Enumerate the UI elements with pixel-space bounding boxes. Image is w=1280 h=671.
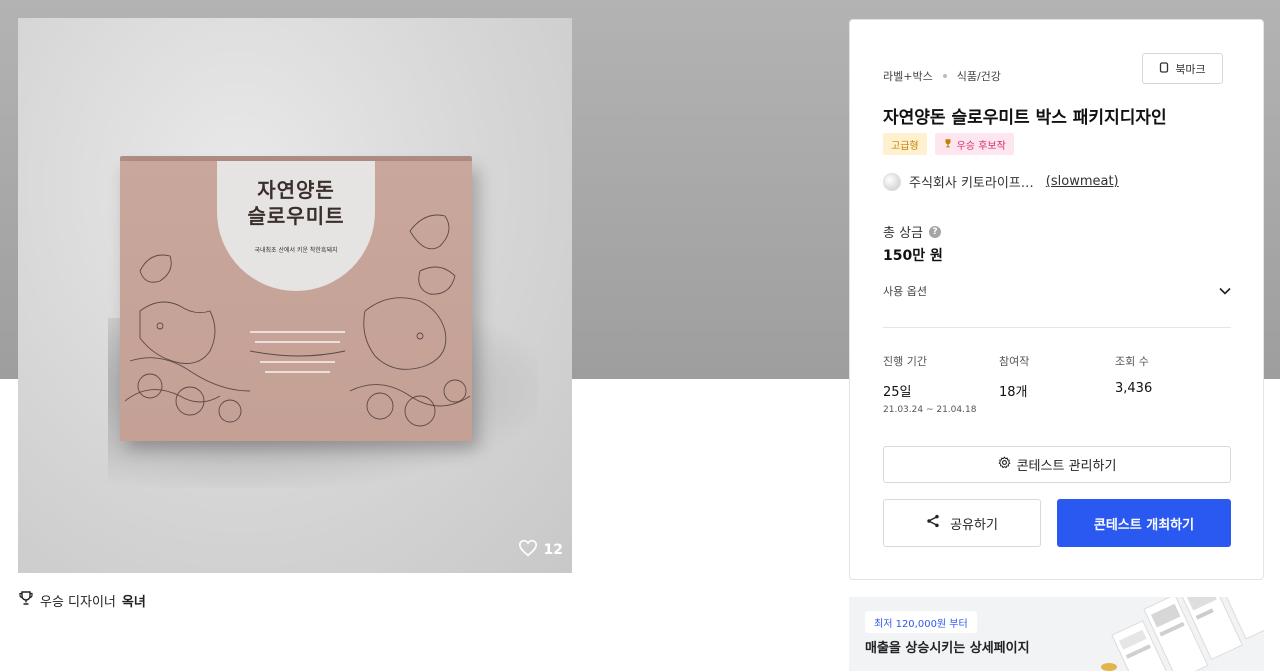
product-image[interactable]: 자연양돈 슬로우미트 국내최초 산에서 키운 착한흑돼지 12 [18, 18, 572, 573]
winning-designer: 우승 디자이너 옥녀 [18, 590, 146, 610]
ad-headline: 매출을 상승시키는 상세페이지 [865, 641, 1030, 656]
total-prize-value: 150만 원 [883, 248, 943, 264]
ad-banner[interactable]: 최저 120,000원 부터 매출을 상승시키는 상세페이지 [849, 597, 1264, 671]
manage-contest-label: 콘테스트 관리하기 [1016, 459, 1117, 474]
ad-mockup-illustration [1101, 597, 1264, 671]
duration-range: 21.03.24 ~ 21.04.18 [883, 405, 977, 415]
share-label: 공유하기 [950, 517, 998, 533]
category-secondary[interactable]: 식품/건강 [957, 68, 1001, 84]
total-prize-label: 총 상금 ? [883, 222, 942, 241]
designer-name[interactable]: 옥녀 [122, 591, 146, 610]
ad-price-pill: 최저 120,000원 부터 [865, 611, 977, 633]
gear-icon [998, 456, 1011, 473]
divider [883, 327, 1231, 328]
views-label: 조회 수 [1115, 355, 1149, 368]
contest-stats: 진행 기간 25일 21.03.24 ~ 21.04.18 참여작 18개 조회… [883, 353, 1231, 415]
premium-badge: 고급형 [883, 133, 927, 155]
participants-value: 18개 [999, 385, 1028, 400]
help-icon[interactable]: ? [929, 225, 942, 238]
duration-value: 25일 [883, 385, 912, 400]
like-button[interactable]: 12 [518, 539, 563, 561]
stat-views: 조회 수 3,436 [1115, 353, 1231, 415]
contest-info-card: 라벨+박스 식품/건강 북마크 자연양돈 슬로우미트 박스 패키지디자인 고급형… [849, 19, 1264, 580]
breadcrumb-separator [942, 74, 947, 78]
designer-label: 우승 디자이너 [40, 594, 116, 610]
bookmark-icon [1159, 61, 1169, 76]
winner-badge-label: 우승 후보작 [956, 140, 1006, 152]
share-icon [926, 514, 940, 532]
share-button[interactable]: 공유하기 [883, 499, 1041, 547]
like-count: 12 [543, 542, 563, 558]
box-title: 자연양돈 슬로우미트 [247, 178, 345, 228]
heart-outline-icon [518, 539, 538, 561]
duration-label: 진행 기간 [883, 355, 927, 368]
company-info[interactable]: 주식회사 키토라이프… (slowmeat) [883, 172, 1119, 191]
stat-participants: 참여작 18개 [999, 353, 1115, 415]
usage-options-toggle[interactable]: 사용 옵션 [883, 282, 1231, 300]
manage-contest-button[interactable]: 콘테스트 관리하기 [883, 446, 1231, 483]
prize-label-text: 총 상금 [883, 226, 924, 241]
badge-group: 고급형 우승 후보작 [883, 133, 1014, 155]
host-contest-button[interactable]: 콘테스트 개최하기 [1057, 499, 1231, 547]
contest-title: 자연양돈 슬로우미트 박스 패키지디자인 [883, 108, 1167, 128]
category-primary[interactable]: 라벨+박스 [883, 68, 933, 84]
category-breadcrumb: 라벨+박스 식품/건강 [883, 68, 1001, 84]
bookmark-label: 북마크 [1175, 62, 1206, 76]
box-subtitle: 국내최초 산에서 키운 착한흑돼지 [254, 247, 338, 254]
bookmark-button[interactable]: 북마크 [1142, 53, 1223, 84]
participants-label: 참여작 [999, 355, 1030, 368]
views-value: 3,436 [1115, 381, 1153, 396]
company-handle[interactable]: (slowmeat) [1046, 174, 1119, 189]
winner-candidate-badge: 우승 후보작 [934, 133, 1014, 155]
company-name: 주식회사 키토라이프… [909, 176, 1034, 191]
trophy-icon [18, 590, 34, 610]
package-box: 자연양돈 슬로우미트 국내최초 산에서 키운 착한흑돼지 [120, 161, 472, 441]
company-logo [883, 172, 901, 191]
trophy-icon [943, 138, 953, 151]
stat-duration: 진행 기간 25일 21.03.24 ~ 21.04.18 [883, 353, 999, 415]
usage-options-label: 사용 옵션 [883, 285, 927, 298]
chevron-down-icon [1219, 285, 1231, 298]
